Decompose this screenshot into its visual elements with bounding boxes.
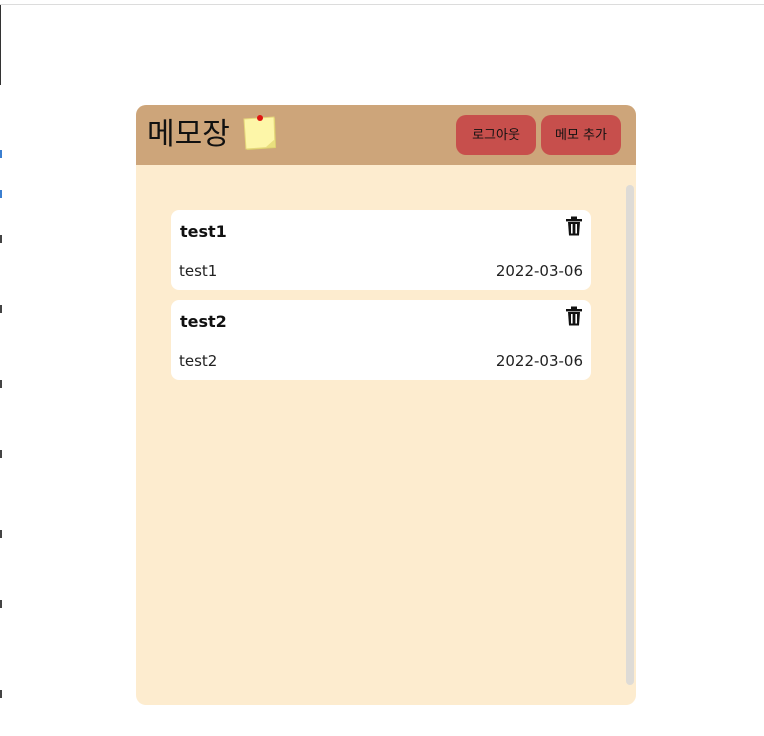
sticky-note-icon [243,115,276,150]
left-edge-mark [0,530,2,538]
left-edge-mark [0,380,2,388]
add-memo-button[interactable]: 메모 추가 [541,115,621,155]
scrollbar[interactable] [626,185,634,685]
memo-list: test1 test1 2022-03-06 test2 test2 2022-… [171,210,591,390]
page-title: 메모장 [147,117,230,152]
memo-content: test1 [179,262,218,280]
left-edge-mark [0,600,2,608]
memo-title: test1 [180,222,227,241]
memo-card[interactable]: test2 test2 2022-03-06 [171,300,591,380]
memo-date: 2022-03-06 [495,262,583,280]
left-edge-mark [0,305,2,313]
left-edge-mark [0,450,2,458]
trash-icon[interactable] [565,306,583,326]
memo-app-panel: 메모장 로그아웃 메모 추가 test1 test1 2022-03-06 te… [136,105,636,705]
left-edge-mark [0,690,2,698]
memo-card[interactable]: test1 test1 2022-03-06 [171,210,591,290]
logout-button[interactable]: 로그아웃 [456,115,536,155]
memo-content: test2 [179,352,218,370]
trash-icon[interactable] [565,216,583,236]
app-header: 메모장 로그아웃 메모 추가 [136,105,636,165]
left-edge-mark [0,190,2,198]
left-edge-mark [0,235,2,243]
window-top-border [0,4,764,5]
window-left-edge [0,5,1,85]
memo-title: test2 [180,312,227,331]
memo-date: 2022-03-06 [495,352,583,370]
left-edge-mark [0,150,2,158]
